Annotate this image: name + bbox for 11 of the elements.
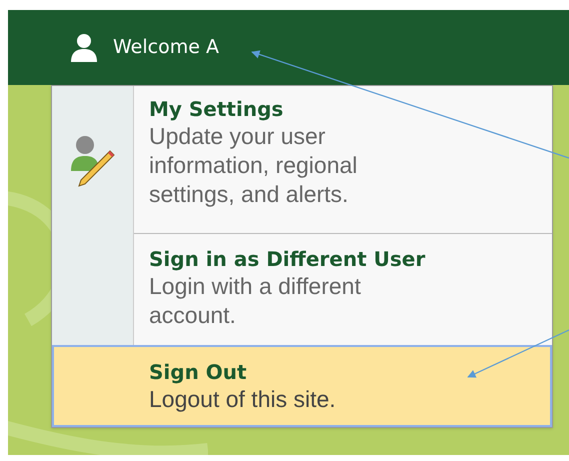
menu-item-title: Sign in as Different User <box>149 246 426 272</box>
menu-item[interactable]: My Settings Update your user information, regional settings, and alerts. <box>52 86 552 233</box>
menu-item[interactable]: Sign Out Logout of this site. <box>52 345 552 427</box>
menu-item-description: Logout of this site. <box>149 385 337 414</box>
menu-item[interactable]: Sign in as Different User Login with a different account. <box>52 233 552 345</box>
menu-item-description: Update your user information, regional settings, and alerts. <box>149 122 358 209</box>
menu-item-title: Sign Out <box>149 359 248 385</box>
user-icon <box>68 32 100 64</box>
welcome-link[interactable]: Welcome A <box>113 33 219 62</box>
menu-item-title: My Settings <box>149 96 284 122</box>
menu-item-description: Login with a different account. <box>149 272 362 330</box>
